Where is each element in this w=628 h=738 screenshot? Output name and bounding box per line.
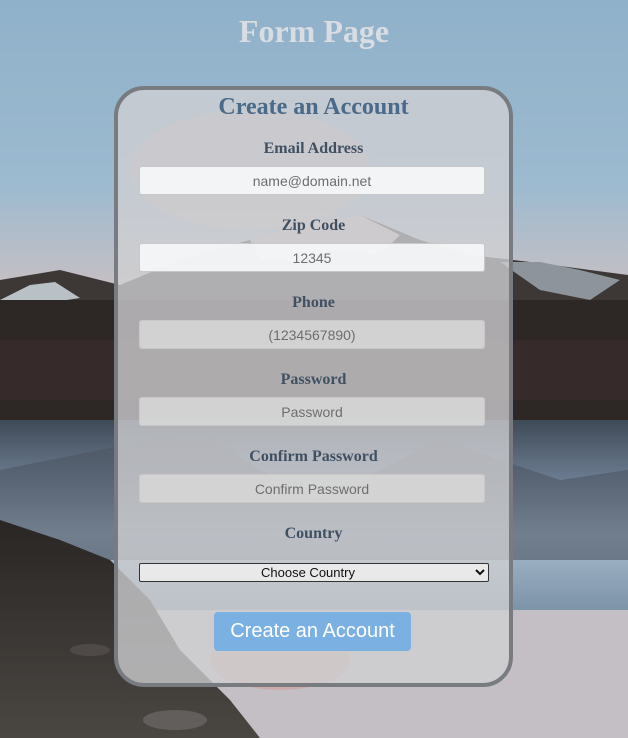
confirm-password-label: Confirm Password (249, 448, 378, 465)
phone-label: Phone (292, 294, 335, 311)
country-select[interactable]: Choose Country (139, 563, 489, 582)
create-account-button[interactable]: Create an Account (214, 612, 411, 651)
confirm-password-input[interactable] (139, 474, 485, 503)
form-title: Create an Account (218, 94, 409, 120)
password-label: Password (280, 371, 347, 388)
country-label: Country (284, 525, 343, 542)
zip-code-label: Zip Code (281, 217, 346, 234)
phone-input[interactable] (139, 320, 485, 349)
zip-code-input[interactable] (139, 243, 485, 272)
password-input[interactable] (139, 397, 485, 426)
email-label: Email Address (263, 140, 364, 157)
page-title: Form Page (238, 13, 390, 49)
create-account-form: Create an Account Email Address Zip Code… (114, 86, 513, 687)
email-input[interactable] (139, 166, 485, 195)
